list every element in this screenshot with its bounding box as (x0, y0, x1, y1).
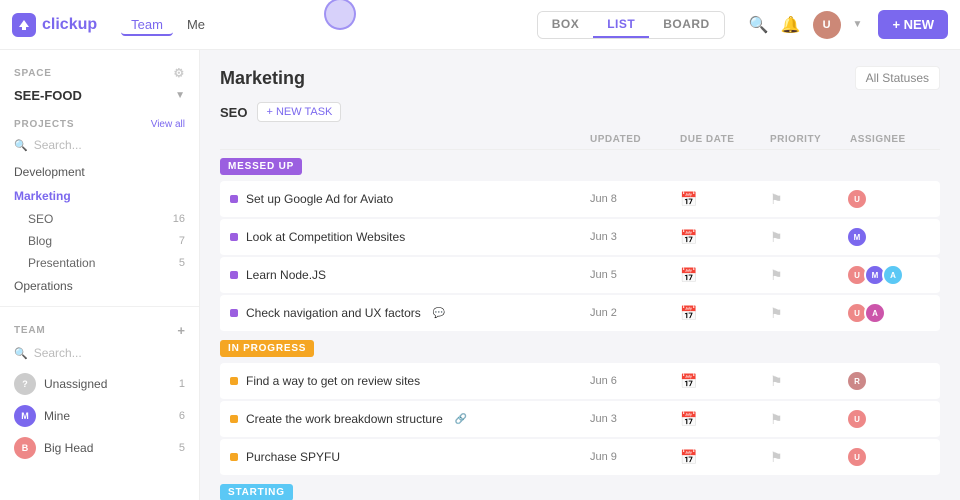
nav-icons: 🔍 🔔 U ▼ (749, 11, 863, 39)
team-plus-icon[interactable]: + (177, 323, 185, 338)
calendar-icon[interactable]: 📅 (680, 229, 770, 246)
member-avatar-bighead: B (14, 437, 36, 459)
task-assignees: U (850, 408, 930, 430)
member-avatar-unassigned: ? (14, 373, 36, 395)
search-icon: 🔍 (14, 139, 28, 152)
section-title-messed-up: MESSED UP (220, 158, 302, 175)
logo-text: clickup (42, 16, 97, 34)
task-extra-icon: 🔗 (455, 414, 467, 425)
priority-icon[interactable]: ⚑ (770, 229, 850, 246)
calendar-icon[interactable]: 📅 (680, 449, 770, 466)
calendar-icon[interactable]: 📅 (680, 267, 770, 284)
section-title-starting: STARTING (220, 484, 293, 500)
priority-icon[interactable]: ⚑ (770, 411, 850, 428)
task-row[interactable]: Set up Google Ad for Aviato Jun 8 📅 ⚑ U (220, 181, 940, 218)
tab-list[interactable]: LIST (593, 12, 649, 38)
sidebar-member-mine[interactable]: M Mine 6 (0, 400, 199, 432)
projects-header: PROJECTS View all (0, 111, 199, 134)
user-avatar[interactable]: U (813, 11, 841, 39)
sidebar-item-operations[interactable]: Operations (0, 274, 199, 298)
top-nav: clickup Team Me BOX LIST BOARD 🔍 🔔 U ▼ +… (0, 0, 960, 50)
section-in-progress-header: IN PROGRESS (220, 340, 940, 357)
sidebar-sub-item-presentation[interactable]: Presentation 5 (0, 252, 199, 274)
notification-icon[interactable]: 🔔 (781, 15, 801, 35)
col-updated: UPDATED (590, 134, 680, 145)
task-extra-icon: 💬 (433, 308, 445, 319)
task-status-dot (230, 377, 238, 385)
sidebar-item-development[interactable]: Development (0, 160, 199, 184)
priority-icon[interactable]: ⚑ (770, 305, 850, 322)
sidebar-sub-item-blog[interactable]: Blog 7 (0, 230, 199, 252)
status-filter[interactable]: All Statuses (855, 66, 940, 90)
sidebar-item-marketing[interactable]: Marketing (0, 184, 199, 208)
task-status-dot (230, 271, 238, 279)
logo-icon (12, 13, 36, 37)
nav-links: Team Me (121, 13, 215, 36)
page-title: Marketing (220, 68, 305, 89)
col-due-date: DUE DATE (680, 134, 770, 145)
task-status-dot (230, 195, 238, 203)
priority-icon[interactable]: ⚑ (770, 373, 850, 390)
section-messed-up-header: MESSED UP (220, 158, 940, 175)
team-search[interactable]: 🔍 Search... (0, 342, 199, 368)
chevron-down-icon[interactable]: ▼ (853, 19, 863, 30)
new-task-button[interactable]: + NEW TASK (257, 102, 341, 122)
member-avatar-mine: M (14, 405, 36, 427)
task-assignees: U (850, 446, 930, 468)
content-area: Marketing All Statuses SEO + NEW TASK UP… (200, 50, 960, 500)
tab-box[interactable]: BOX (538, 12, 594, 38)
space-chevron-icon[interactable]: ▼ (175, 90, 185, 101)
content-header: Marketing All Statuses (220, 66, 940, 90)
col-priority: PRIORITY (770, 134, 850, 145)
task-status-dot (230, 453, 238, 461)
task-assignees: R (850, 370, 930, 392)
priority-icon[interactable]: ⚑ (770, 267, 850, 284)
task-row[interactable]: Look at Competition Websites Jun 3 📅 ⚑ M (220, 219, 940, 256)
nav-link-me[interactable]: Me (177, 13, 215, 36)
sidebar-member-bighead[interactable]: B Big Head 5 (0, 432, 199, 464)
task-status-dot (230, 233, 238, 241)
sidebar-divider (0, 306, 199, 307)
main-layout: SPACE ⚙ SEE-FOOD ▼ PROJECTS View all 🔍 S… (0, 50, 960, 500)
view-all-link[interactable]: View all (151, 119, 185, 130)
calendar-icon[interactable]: 📅 (680, 411, 770, 428)
task-assignees: U A (850, 302, 930, 324)
section-starting-header: STARTING (220, 484, 940, 500)
sidebar-sub-item-seo[interactable]: SEO 16 (0, 208, 199, 230)
search-icon: 🔍 (14, 347, 28, 360)
section-title-in-progress: IN PROGRESS (220, 340, 314, 357)
search-icon[interactable]: 🔍 (749, 15, 769, 35)
tab-board[interactable]: BOARD (649, 12, 724, 38)
seo-header: SEO + NEW TASK (220, 102, 940, 122)
task-assignees: U M A (850, 264, 930, 286)
nav-link-team[interactable]: Team (121, 13, 173, 36)
team-header: TEAM + (0, 315, 199, 342)
logo: clickup (12, 13, 97, 37)
new-button[interactable]: + NEW (878, 10, 948, 39)
task-assignees: M (850, 226, 930, 248)
view-tabs: BOX LIST BOARD (537, 11, 725, 39)
calendar-icon[interactable]: 📅 (680, 373, 770, 390)
sidebar: SPACE ⚙ SEE-FOOD ▼ PROJECTS View all 🔍 S… (0, 50, 200, 500)
sidebar-member-unassigned[interactable]: ? Unassigned 1 (0, 368, 199, 400)
priority-icon[interactable]: ⚑ (770, 191, 850, 208)
task-row[interactable]: Create the work breakdown structure🔗 Jun… (220, 401, 940, 438)
task-row[interactable]: Find a way to get on review sites Jun 6 … (220, 363, 940, 400)
task-row[interactable]: Check navigation and UX factors💬 Jun 2 📅… (220, 295, 940, 332)
task-row[interactable]: Purchase SPYFU Jun 9 📅 ⚑ U (220, 439, 940, 476)
task-row[interactable]: Learn Node.JS Jun 5 📅 ⚑ U M A (220, 257, 940, 294)
sidebar-search[interactable]: 🔍 Search... (0, 134, 199, 160)
seo-label: SEO (220, 105, 247, 120)
col-assignee: ASSIGNEE (850, 134, 930, 145)
task-status-dot (230, 415, 238, 423)
priority-icon[interactable]: ⚑ (770, 449, 850, 466)
task-assignees: U (850, 188, 930, 210)
task-status-dot (230, 309, 238, 317)
calendar-icon[interactable]: 📅 (680, 191, 770, 208)
calendar-icon[interactable]: 📅 (680, 305, 770, 322)
space-name[interactable]: SEE-FOOD ▼ (0, 84, 199, 111)
space-label: SPACE ⚙ (0, 62, 199, 84)
space-settings-icon[interactable]: ⚙ (173, 66, 185, 80)
table-header: UPDATED DUE DATE PRIORITY ASSIGNEE (220, 130, 940, 150)
